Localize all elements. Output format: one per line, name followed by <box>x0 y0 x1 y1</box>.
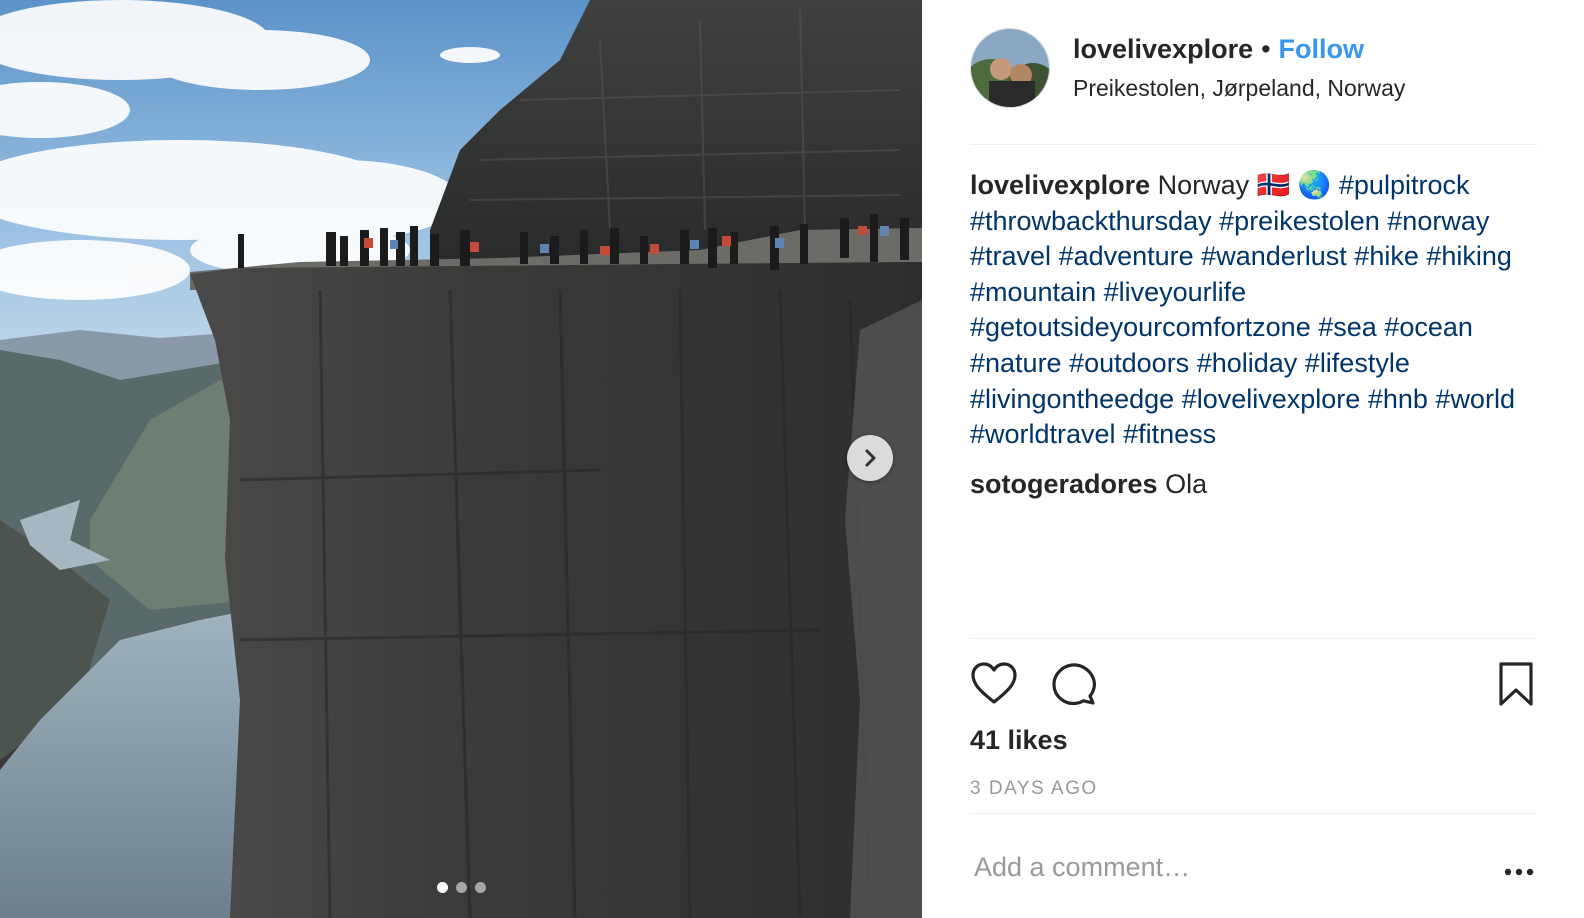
hashtag-link[interactable]: #nature <box>970 348 1062 378</box>
carousel-dot <box>436 882 448 893</box>
hashtag-link[interactable]: #pulpitrock <box>1339 170 1470 200</box>
avatar[interactable] <box>970 28 1050 108</box>
hashtag-link[interactable]: #ocean <box>1384 312 1473 342</box>
header-user-line: lovelivexplore • Follow <box>1073 34 1364 65</box>
hashtag-link[interactable]: #hike <box>1354 241 1419 271</box>
like-button[interactable] <box>970 660 1020 710</box>
hashtag-link[interactable]: #travel <box>970 241 1051 271</box>
more-options-button[interactable] <box>1502 860 1536 884</box>
hashtag-link[interactable]: #norway <box>1387 206 1489 236</box>
separator-dot: • <box>1261 34 1271 64</box>
hashtag-link[interactable]: #lovelivexplore <box>1182 384 1361 414</box>
hashtag-link[interactable]: #lifestyle <box>1305 348 1410 378</box>
bookmark-icon <box>1499 662 1533 706</box>
follow-button[interactable]: Follow <box>1279 34 1364 64</box>
carousel-indicator <box>0 882 922 893</box>
post-header: lovelivexplore • Follow Preikestolen, Jørp… <box>970 28 1540 118</box>
comment-author-link[interactable]: sotogeradores <box>970 469 1158 499</box>
caption-hashtags: #pulpitrock #throwbackthursday #preikest… <box>970 170 1515 449</box>
hashtag-link[interactable]: #outdoors <box>1069 348 1189 378</box>
carousel-dot <box>455 882 467 893</box>
header-divider <box>970 144 1538 145</box>
location-link[interactable]: Preikestolen, Jørpeland, Norway <box>1073 75 1405 102</box>
carousel-dot <box>474 882 486 893</box>
hashtag-link[interactable]: #livingontheedge <box>970 384 1174 414</box>
cliff-photo-image <box>0 0 922 918</box>
post-details-panel: lovelivexplore • Follow Preikestolen, Jørp… <box>922 0 1584 918</box>
hashtag-link[interactable]: #hnb <box>1368 384 1428 414</box>
comment-item: sotogeradores Ola <box>970 466 1207 502</box>
more-options-icon <box>1504 868 1534 876</box>
hashtag-link[interactable]: #fitness <box>1123 419 1216 449</box>
hashtag-link[interactable]: #throwbackthursday <box>970 206 1212 236</box>
caption-author-link[interactable]: lovelivexplore <box>970 170 1150 200</box>
comment-text: Ola <box>1165 469 1208 499</box>
comment-input[interactable]: Add a comment… <box>974 852 1190 883</box>
comment-bubble-icon <box>1052 663 1096 706</box>
next-slide-button[interactable] <box>847 435 893 481</box>
caption: lovelivexplore Norway 🇳🇴 🌏 #pulpitrock #… <box>970 168 1545 453</box>
hashtag-link[interactable]: #hiking <box>1426 241 1512 271</box>
hashtag-link[interactable]: #liveyourlife <box>1104 277 1247 307</box>
hashtag-link[interactable]: #world <box>1435 384 1515 414</box>
hashtag-link[interactable]: #mountain <box>970 277 1096 307</box>
hashtag-link[interactable]: #sea <box>1318 312 1377 342</box>
comment-button[interactable] <box>1050 660 1100 710</box>
username-link[interactable]: lovelivexplore <box>1073 34 1253 64</box>
hashtag-link[interactable]: #adventure <box>1059 241 1194 271</box>
comment-divider <box>970 813 1538 814</box>
actions-divider <box>970 638 1538 639</box>
hashtag-link[interactable]: #getoutsideyourcomfortzone <box>970 312 1311 342</box>
hashtag-link[interactable]: #preikestolen <box>1219 206 1380 236</box>
hashtag-link[interactable]: #holiday <box>1197 348 1298 378</box>
caption-text: Norway 🇳🇴 🌏 <box>1157 170 1332 200</box>
post-timestamp[interactable]: 3 DAYS AGO <box>970 778 1098 800</box>
chevron-right-icon <box>865 449 876 467</box>
heart-icon <box>971 662 1017 704</box>
likes-count[interactable]: 41 likes <box>970 725 1068 756</box>
hashtag-link[interactable]: #wanderlust <box>1201 241 1347 271</box>
avatar-image <box>971 29 1049 107</box>
save-button[interactable] <box>1492 660 1542 710</box>
hashtag-link[interactable]: #worldtravel <box>970 419 1116 449</box>
action-bar <box>970 660 1538 712</box>
post-photo[interactable] <box>0 0 922 918</box>
